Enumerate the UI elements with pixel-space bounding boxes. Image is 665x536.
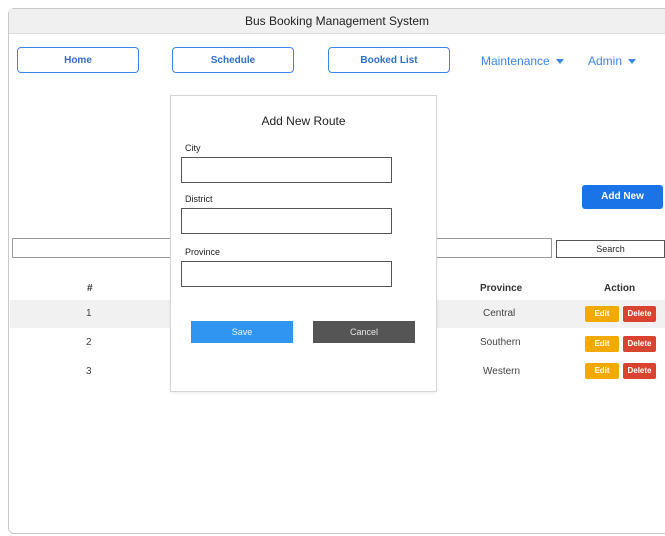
district-input[interactable]: [181, 208, 392, 234]
nav-booked-list-button[interactable]: Booked List: [328, 47, 450, 73]
row-num: 3: [86, 366, 92, 377]
search-button[interactable]: Search: [556, 240, 665, 258]
row-province: Western: [483, 366, 521, 377]
column-header-province: Province: [480, 283, 523, 294]
add-route-modal: Add New Route City District Province Sav…: [170, 95, 437, 392]
nav-maintenance-dropdown[interactable]: Maintenance: [481, 54, 564, 68]
city-label: City: [185, 143, 201, 153]
delete-button[interactable]: Delete: [623, 306, 656, 322]
delete-button[interactable]: Delete: [623, 363, 656, 379]
edit-button[interactable]: Edit: [585, 336, 619, 352]
edit-button[interactable]: Edit: [585, 306, 619, 322]
nav-admin-dropdown[interactable]: Admin: [588, 54, 637, 68]
city-input[interactable]: [181, 157, 392, 183]
window-title: Bus Booking Management System: [9, 9, 665, 34]
chevron-down-icon: [555, 58, 564, 64]
row-province: Central: [483, 308, 516, 319]
province-label: Province: [185, 247, 221, 257]
nav-maintenance-label: Maintenance: [481, 54, 550, 68]
nav-admin-label: Admin: [588, 54, 623, 68]
district-label: District: [185, 194, 213, 204]
add-new-button[interactable]: Add New: [582, 185, 663, 209]
nav-home-button[interactable]: Home: [17, 47, 139, 73]
modal-title: Add New Route: [261, 114, 346, 128]
row-province: Southern: [480, 337, 521, 348]
column-header-num: #: [87, 283, 93, 294]
cancel-button[interactable]: Cancel: [313, 321, 415, 343]
column-header-action: Action: [604, 283, 636, 294]
province-input[interactable]: [181, 261, 392, 287]
row-num: 2: [86, 337, 92, 348]
delete-button[interactable]: Delete: [623, 336, 656, 352]
edit-button[interactable]: Edit: [585, 363, 619, 379]
row-num: 1: [86, 308, 92, 319]
chevron-down-icon: [628, 58, 637, 64]
nav-schedule-button[interactable]: Schedule: [172, 47, 294, 73]
save-button[interactable]: Save: [191, 321, 293, 343]
